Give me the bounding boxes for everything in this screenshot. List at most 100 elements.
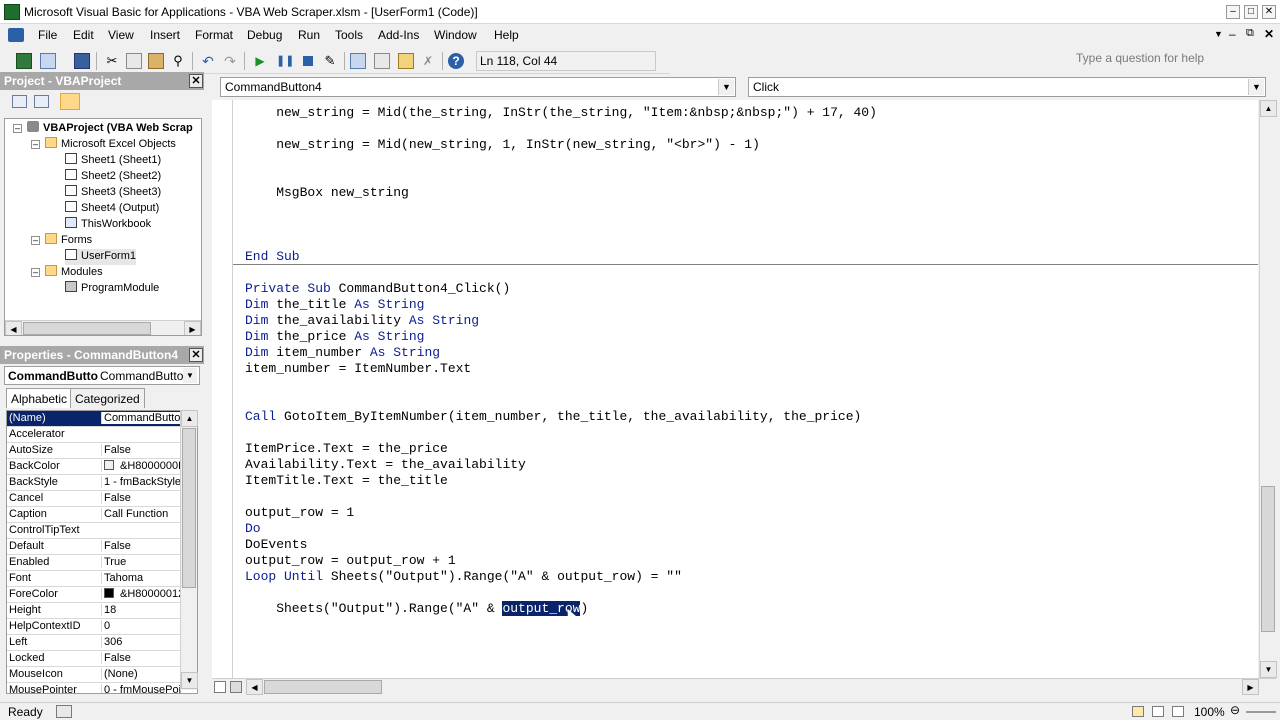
zoom-slider[interactable]: [1246, 711, 1276, 713]
property-row[interactable]: BackColor&H8000000F&: [7, 459, 181, 475]
property-value[interactable]: False: [101, 492, 181, 504]
full-module-view-icon[interactable]: [230, 681, 242, 693]
scroll-down-icon[interactable]: ▼: [1260, 661, 1277, 678]
tree-node-forms[interactable]: Forms: [45, 233, 92, 249]
scroll-up-icon[interactable]: ▲: [1260, 100, 1277, 117]
menu-run[interactable]: Run: [298, 28, 320, 42]
view-code-icon[interactable]: [12, 95, 27, 108]
scroll-right-icon[interactable]: ▶: [1242, 679, 1259, 695]
menu-insert[interactable]: Insert: [150, 28, 180, 42]
code-line[interactable]: Dim the_title As String: [245, 297, 424, 313]
collapse-icon[interactable]: –: [31, 236, 40, 245]
menu-view[interactable]: View: [108, 28, 134, 42]
undo-icon[interactable]: ↶: [200, 53, 216, 69]
collapse-icon[interactable]: –: [31, 268, 40, 277]
property-value[interactable]: &H80000012&: [101, 588, 181, 600]
code-line[interactable]: DoEvents: [245, 537, 307, 553]
property-value[interactable]: (None): [101, 668, 181, 680]
property-row[interactable]: Enabled True: [7, 555, 181, 571]
property-value[interactable]: 0 - fmMousePoi: [101, 684, 181, 693]
code-line[interactable]: End Sub: [245, 249, 300, 265]
code-line[interactable]: Dim the_price As String: [245, 329, 424, 345]
code-line[interactable]: Dim the_availability As String: [245, 313, 479, 329]
code-line[interactable]: new_string = Mid(the_string, InStr(the_s…: [245, 105, 877, 121]
scroll-thumb[interactable]: [182, 428, 196, 588]
property-value[interactable]: False: [101, 540, 181, 552]
code-line[interactable]: output_row = output_row + 1: [245, 553, 456, 569]
property-value[interactable]: 0: [101, 620, 181, 632]
chevron-down-icon[interactable]: ▼: [183, 368, 197, 383]
tree-node-userform1[interactable]: UserForm1: [65, 249, 137, 265]
code-line[interactable]: Sheets("Output").Range("A" & output_row): [245, 601, 588, 617]
property-value[interactable]: Call Function: [101, 508, 181, 520]
menu-format[interactable]: Format: [195, 28, 233, 42]
code-line[interactable]: Do: [245, 521, 261, 537]
close-project-panel-icon[interactable]: ✕: [189, 74, 203, 88]
object-combo[interactable]: CommandButton4 ▼: [220, 77, 736, 97]
property-value[interactable]: False: [101, 652, 181, 664]
tree-node-sheet3[interactable]: Sheet3 (Sheet3): [65, 185, 161, 201]
properties-window-icon[interactable]: [374, 53, 390, 69]
chevron-down-icon[interactable]: ▼: [1214, 29, 1223, 39]
help-icon[interactable]: ?: [448, 53, 464, 69]
code-hscrollbar[interactable]: ◀ ▶: [212, 678, 1276, 695]
collapse-icon[interactable]: –: [13, 124, 22, 133]
find-icon[interactable]: ⚲: [170, 53, 186, 69]
property-row[interactable]: Left 306: [7, 635, 181, 651]
menu-help[interactable]: Help: [494, 28, 519, 42]
code-line[interactable]: output_row = 1: [245, 505, 354, 521]
scroll-right-icon[interactable]: ▶: [184, 321, 201, 335]
scroll-left-icon[interactable]: ◀: [246, 679, 263, 695]
property-value[interactable]: True: [101, 556, 181, 568]
chevron-down-icon[interactable]: ▼: [1248, 79, 1264, 95]
insert-userform-icon[interactable]: [40, 53, 56, 69]
property-row[interactable]: Caption Call Function: [7, 507, 181, 523]
scroll-thumb[interactable]: [1261, 486, 1275, 632]
procedure-combo[interactable]: Click ▼: [748, 77, 1266, 97]
property-value[interactable]: False: [101, 444, 181, 456]
tree-node-vbaproject[interactable]: VBAProject (VBA Web Scrap: [27, 121, 193, 137]
design-mode-icon[interactable]: ✎: [322, 53, 338, 69]
normal-view-icon[interactable]: [1132, 706, 1144, 717]
help-search-input[interactable]: Type a question for help: [1076, 50, 1216, 68]
property-value[interactable]: 1 - fmBackStyleC: [101, 476, 181, 488]
tree-node-thisworkbook[interactable]: ThisWorkbook: [65, 217, 151, 233]
property-value[interactable]: 306: [101, 636, 181, 648]
excel-view-icon[interactable]: [16, 53, 32, 69]
code-margin[interactable]: [212, 100, 233, 678]
copy-icon[interactable]: [126, 53, 142, 69]
break-icon[interactable]: ❚❚: [276, 53, 294, 69]
toolbox-icon[interactable]: ✗: [420, 53, 436, 69]
property-row[interactable]: HelpContextID 0: [7, 619, 181, 635]
menu-add-ins[interactable]: Add-Ins: [378, 28, 419, 42]
property-row[interactable]: MousePointer 0 - fmMousePoi: [7, 683, 181, 693]
code-line[interactable]: new_string = Mid(new_string, 1, InStr(ne…: [245, 137, 760, 153]
property-row[interactable]: Accelerator: [7, 427, 181, 443]
tree-node-programmodule[interactable]: ProgramModule: [65, 281, 159, 297]
property-value[interactable]: CommandButton: [101, 412, 181, 424]
close-window-icon[interactable]: ✕: [1262, 5, 1276, 19]
menu-debug[interactable]: Debug: [247, 28, 282, 42]
properties-vscrollbar[interactable]: ▲ ▼: [180, 410, 198, 690]
paste-icon[interactable]: [148, 53, 164, 69]
tree-node-excel-objects[interactable]: Microsoft Excel Objects: [45, 137, 176, 153]
scroll-thumb[interactable]: [264, 680, 382, 694]
menu-file[interactable]: File: [38, 28, 57, 42]
scroll-left-icon[interactable]: ◀: [5, 321, 22, 335]
property-value[interactable]: &H8000000F&: [101, 460, 181, 472]
project-explorer-icon[interactable]: [350, 53, 366, 69]
tab-categorized[interactable]: Categorized: [70, 388, 145, 408]
code-line[interactable]: MsgBox new_string: [245, 185, 409, 201]
property-row[interactable]: AutoSize False: [7, 443, 181, 459]
macro-record-icon[interactable]: [56, 705, 72, 718]
cut-icon[interactable]: ✂: [104, 53, 120, 69]
menu-edit[interactable]: Edit: [73, 28, 94, 42]
view-object-icon[interactable]: [34, 95, 49, 108]
object-browser-icon[interactable]: [398, 53, 414, 69]
property-row[interactable]: Height 18: [7, 603, 181, 619]
property-row[interactable]: Font Tahoma: [7, 571, 181, 587]
doc-restore-icon[interactable]: ⧉: [1246, 27, 1254, 40]
doc-minimize-icon[interactable]: –: [1229, 27, 1236, 41]
code-line[interactable]: Availability.Text = the_availability: [245, 457, 526, 473]
toggle-folders-icon[interactable]: [60, 93, 80, 110]
